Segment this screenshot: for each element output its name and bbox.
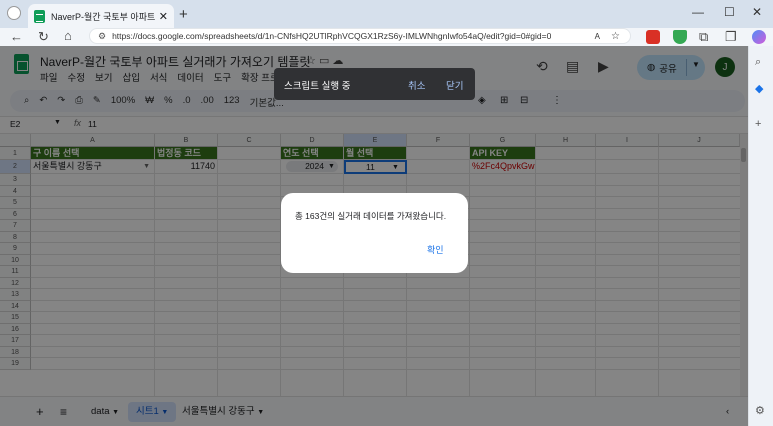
minimize-icon[interactable]: —: [692, 5, 704, 19]
url-text: https://docs.google.com/spreadsheets/d/1…: [112, 31, 552, 41]
search-icon[interactable]: ⌕: [755, 56, 761, 69]
read-aloud-icon[interactable]: A: [595, 32, 600, 41]
maximize-icon[interactable]: ☐: [724, 5, 735, 19]
back-icon[interactable]: ←: [10, 29, 23, 44]
browser-tab[interactable]: NaverP-월간 국토부 아파트 실거래가 ✕: [28, 4, 174, 28]
tab-title: NaverP-월간 국토부 아파트 실거래가: [51, 11, 155, 22]
extension-icon[interactable]: [646, 30, 660, 44]
favorite-star-icon[interactable]: ☆: [611, 31, 620, 42]
toast-message: 스크립트 실행 중: [284, 81, 351, 92]
site-info-icon[interactable]: ⚙: [98, 31, 106, 42]
dialog-message: 총 163건의 실거래 데이터를 가져왔습니다.: [295, 211, 447, 221]
browser-sidebar: ⌕ ◆ + ⚙: [748, 46, 773, 426]
reload-icon[interactable]: ↻: [38, 29, 49, 45]
shield-icon[interactable]: [673, 30, 687, 44]
sheets-favicon-icon: [34, 9, 45, 23]
close-window-icon[interactable]: ✕: [752, 5, 762, 19]
new-tab-icon[interactable]: +: [179, 6, 188, 23]
alert-dialog: 총 163건의 실거래 데이터를 가져왔습니다. 확인: [281, 193, 468, 273]
dialog-ok-button[interactable]: 확인: [427, 243, 444, 256]
collections-icon[interactable]: ❐: [725, 29, 737, 45]
address-bar[interactable]: ⚙ https://docs.google.com/spreadsheets/d…: [89, 28, 631, 44]
toast-cancel-button[interactable]: 취소: [408, 78, 425, 92]
tag-icon[interactable]: ◆: [755, 82, 763, 95]
browser-profile-icon[interactable]: [7, 6, 21, 20]
add-icon[interactable]: +: [755, 118, 761, 130]
copilot-icon[interactable]: [752, 30, 766, 44]
toast-close-button[interactable]: 닫기: [446, 78, 463, 92]
settings-icon[interactable]: ⚙: [755, 404, 765, 417]
home-icon[interactable]: ⌂: [64, 28, 72, 43]
script-running-toast: 스크립트 실행 중 취소 닫기: [274, 68, 475, 100]
extensions-icon[interactable]: ⧉: [699, 29, 708, 45]
close-tab-icon[interactable]: ✕: [159, 10, 168, 23]
